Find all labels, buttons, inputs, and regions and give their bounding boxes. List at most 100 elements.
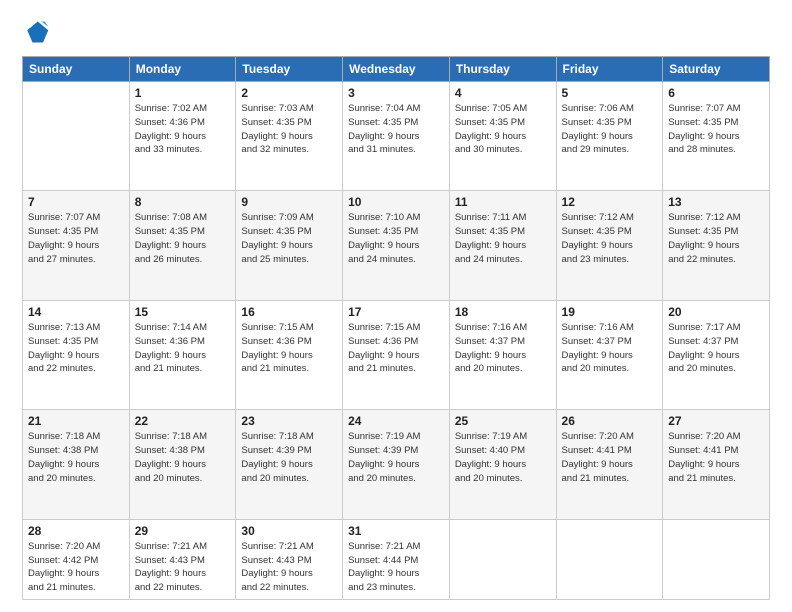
day-number: 26 (562, 414, 658, 428)
calendar-cell: 30Sunrise: 7:21 AM Sunset: 4:43 PM Dayli… (236, 519, 343, 599)
day-info: Sunrise: 7:10 AM Sunset: 4:35 PM Dayligh… (348, 211, 444, 266)
weekday-header-tuesday: Tuesday (236, 57, 343, 82)
day-info: Sunrise: 7:21 AM Sunset: 4:43 PM Dayligh… (135, 540, 231, 595)
day-info: Sunrise: 7:17 AM Sunset: 4:37 PM Dayligh… (668, 321, 764, 376)
day-number: 17 (348, 305, 444, 319)
weekday-header-friday: Friday (556, 57, 663, 82)
day-number: 27 (668, 414, 764, 428)
day-info: Sunrise: 7:18 AM Sunset: 4:39 PM Dayligh… (241, 430, 337, 485)
calendar-cell: 31 Sunrise: 7:21 AM Sunset: 4:44 PM Dayli… (343, 519, 450, 599)
day-number: 22 (135, 414, 231, 428)
calendar-cell: 1 Sunrise: 7:02 AM Sunset: 4:36 PM Daylig… (129, 82, 236, 191)
day-info: Sunrise: 7:12 AM Sunset: 4:35 PM Dayligh… (668, 211, 764, 266)
day-number: 24 (348, 414, 444, 428)
day-info: Sunrise: 7:14 AM Sunset: 4:36 PM Dayligh… (135, 321, 231, 376)
calendar-cell: 29Sunrise: 7:21 AM Sunset: 4:43 PM Dayli… (129, 519, 236, 599)
calendar-cell: 16 Sunrise: 7:15 AM Sunset: 4:36 PM Dayli… (236, 300, 343, 409)
day-number: 7 (28, 195, 124, 209)
day-number: 3 (348, 86, 444, 100)
day-info: Sunrise: 7:04 AM Sunset: 4:35 PM Dayligh… (348, 102, 444, 157)
weekday-header-thursday: Thursday (449, 57, 556, 82)
day-info: Sunrise: 7:08 AM Sunset: 4:35 PM Dayligh… (135, 211, 231, 266)
calendar-cell: 11 Sunrise: 7:11 AM Sunset: 4:35 PM Dayli… (449, 191, 556, 300)
day-info: Sunrise: 7:09 AM Sunset: 4:35 PM Dayligh… (241, 211, 337, 266)
day-info: Sunrise: 7:12 AM Sunset: 4:35 PM Dayligh… (562, 211, 658, 266)
day-number: 13 (668, 195, 764, 209)
day-info: Sunrise: 7:15 AM Sunset: 4:36 PM Dayligh… (348, 321, 444, 376)
calendar-cell: 26 Sunrise: 7:20 AM Sunset: 4:41 PM Dayli… (556, 410, 663, 519)
week-row-4: 28 Sunrise: 7:20 AM Sunset: 4:42 PM Dayli… (23, 519, 770, 599)
calendar-table: SundayMondayTuesdayWednesdayThursdayFrid… (22, 56, 770, 600)
calendar-cell: 20Sunrise: 7:17 AM Sunset: 4:37 PM Dayli… (663, 300, 770, 409)
weekday-header-wednesday: Wednesday (343, 57, 450, 82)
calendar-cell: 18Sunrise: 7:16 AM Sunset: 4:37 PM Dayli… (449, 300, 556, 409)
day-info: Sunrise: 7:20 AM Sunset: 4:41 PM Dayligh… (562, 430, 658, 485)
calendar-cell: 19 Sunrise: 7:16 AM Sunset: 4:37 PM Dayli… (556, 300, 663, 409)
day-info: Sunrise: 7:06 AM Sunset: 4:35 PM Dayligh… (562, 102, 658, 157)
day-number: 19 (562, 305, 658, 319)
weekday-header-row: SundayMondayTuesdayWednesdayThursdayFrid… (23, 57, 770, 82)
calendar-cell: 5 Sunrise: 7:06 AM Sunset: 4:35 PM Daylig… (556, 82, 663, 191)
day-number: 21 (28, 414, 124, 428)
day-number: 23 (241, 414, 337, 428)
day-info: Sunrise: 7:03 AM Sunset: 4:35 PM Dayligh… (241, 102, 337, 157)
day-info: Sunrise: 7:07 AM Sunset: 4:35 PM Dayligh… (668, 102, 764, 157)
calendar-cell: 8Sunrise: 7:08 AM Sunset: 4:35 PM Daylig… (129, 191, 236, 300)
day-number: 1 (135, 86, 231, 100)
calendar-cell: 27 Sunrise: 7:20 AM Sunset: 4:41 PM Dayli… (663, 410, 770, 519)
day-info: Sunrise: 7:05 AM Sunset: 4:35 PM Dayligh… (455, 102, 551, 157)
weekday-header-monday: Monday (129, 57, 236, 82)
day-number: 4 (455, 86, 551, 100)
calendar-cell: 9 Sunrise: 7:09 AM Sunset: 4:35 PM Daylig… (236, 191, 343, 300)
calendar-cell: 2 Sunrise: 7:03 AM Sunset: 4:35 PM Daylig… (236, 82, 343, 191)
day-info: Sunrise: 7:16 AM Sunset: 4:37 PM Dayligh… (455, 321, 551, 376)
calendar-cell: 25 Sunrise: 7:19 AM Sunset: 4:40 PM Dayli… (449, 410, 556, 519)
day-info: Sunrise: 7:18 AM Sunset: 4:38 PM Dayligh… (28, 430, 124, 485)
calendar-cell (556, 519, 663, 599)
weekday-header-sunday: Sunday (23, 57, 130, 82)
day-number: 15 (135, 305, 231, 319)
day-info: Sunrise: 7:20 AM Sunset: 4:42 PM Dayligh… (28, 540, 124, 595)
calendar-cell (663, 519, 770, 599)
weekday-header-saturday: Saturday (663, 57, 770, 82)
day-info: Sunrise: 7:07 AM Sunset: 4:35 PM Dayligh… (28, 211, 124, 266)
calendar-cell: 7 Sunrise: 7:07 AM Sunset: 4:35 PM Daylig… (23, 191, 130, 300)
day-number: 25 (455, 414, 551, 428)
calendar-cell: 23 Sunrise: 7:18 AM Sunset: 4:39 PM Dayli… (236, 410, 343, 519)
calendar-cell: 28 Sunrise: 7:20 AM Sunset: 4:42 PM Dayli… (23, 519, 130, 599)
calendar-cell (449, 519, 556, 599)
day-info: Sunrise: 7:02 AM Sunset: 4:36 PM Dayligh… (135, 102, 231, 157)
day-info: Sunrise: 7:18 AM Sunset: 4:38 PM Dayligh… (135, 430, 231, 485)
calendar-cell: 17 Sunrise: 7:15 AM Sunset: 4:36 PM Dayli… (343, 300, 450, 409)
day-number: 28 (28, 524, 124, 538)
day-number: 14 (28, 305, 124, 319)
day-number: 16 (241, 305, 337, 319)
calendar-cell: 24Sunrise: 7:19 AM Sunset: 4:39 PM Dayli… (343, 410, 450, 519)
logo-icon (22, 18, 50, 46)
calendar-cell: 12Sunrise: 7:12 AM Sunset: 4:35 PM Dayli… (556, 191, 663, 300)
calendar-cell: 10 Sunrise: 7:10 AM Sunset: 4:35 PM Dayli… (343, 191, 450, 300)
calendar-cell: 13 Sunrise: 7:12 AM Sunset: 4:35 PM Dayli… (663, 191, 770, 300)
day-number: 11 (455, 195, 551, 209)
calendar-cell: 22 Sunrise: 7:18 AM Sunset: 4:38 PM Dayli… (129, 410, 236, 519)
calendar-cell: 21 Sunrise: 7:18 AM Sunset: 4:38 PM Dayli… (23, 410, 130, 519)
week-row-3: 21 Sunrise: 7:18 AM Sunset: 4:38 PM Dayli… (23, 410, 770, 519)
day-info: Sunrise: 7:15 AM Sunset: 4:36 PM Dayligh… (241, 321, 337, 376)
day-info: Sunrise: 7:20 AM Sunset: 4:41 PM Dayligh… (668, 430, 764, 485)
day-number: 10 (348, 195, 444, 209)
day-info: Sunrise: 7:21 AM Sunset: 4:44 PM Dayligh… (348, 540, 444, 595)
day-number: 5 (562, 86, 658, 100)
calendar-cell (23, 82, 130, 191)
calendar-cell: 4 Sunrise: 7:05 AM Sunset: 4:35 PM Daylig… (449, 82, 556, 191)
week-row-0: 1 Sunrise: 7:02 AM Sunset: 4:36 PM Daylig… (23, 82, 770, 191)
calendar-cell: 6 Sunrise: 7:07 AM Sunset: 4:35 PM Daylig… (663, 82, 770, 191)
week-row-1: 7 Sunrise: 7:07 AM Sunset: 4:35 PM Daylig… (23, 191, 770, 300)
day-number: 6 (668, 86, 764, 100)
day-info: Sunrise: 7:19 AM Sunset: 4:40 PM Dayligh… (455, 430, 551, 485)
day-info: Sunrise: 7:13 AM Sunset: 4:35 PM Dayligh… (28, 321, 124, 376)
day-info: Sunrise: 7:11 AM Sunset: 4:35 PM Dayligh… (455, 211, 551, 266)
day-number: 2 (241, 86, 337, 100)
day-number: 9 (241, 195, 337, 209)
day-info: Sunrise: 7:16 AM Sunset: 4:37 PM Dayligh… (562, 321, 658, 376)
day-number: 31 (348, 524, 444, 538)
